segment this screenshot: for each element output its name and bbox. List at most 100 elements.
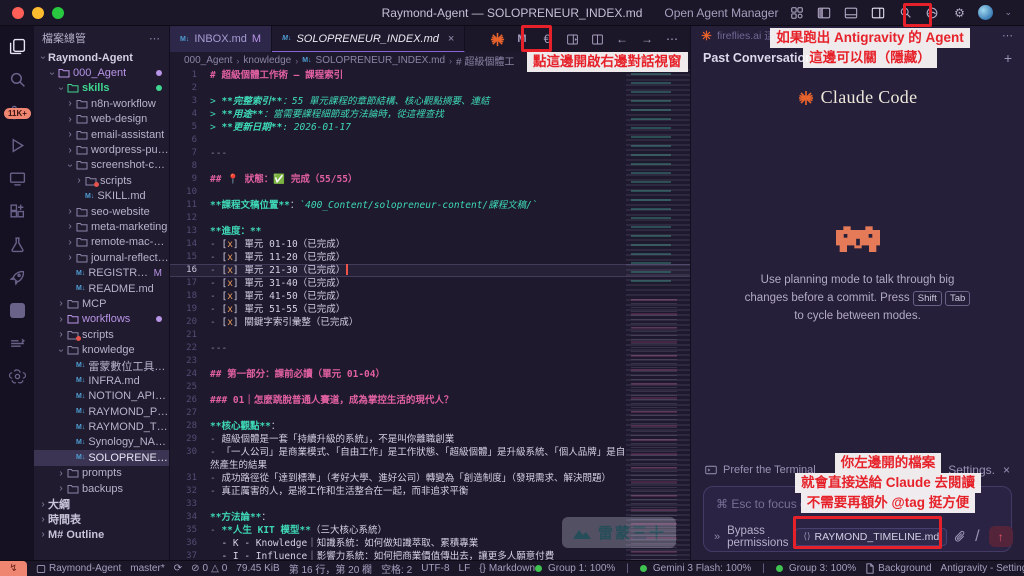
- code-line[interactable]: 26### 01｜怎麼跳脫普通人賽道，成為掌控生活的現代人？: [170, 394, 690, 407]
- sync-icon[interactable]: ⟳: [174, 563, 182, 574]
- git-branch-status[interactable]: master*: [130, 563, 164, 574]
- toggle-sidebar-icon[interactable]: [816, 5, 832, 21]
- language-mode-status[interactable]: {} Markdown: [479, 563, 535, 574]
- tree-item-knowledge[interactable]: ›knowledge: [34, 342, 169, 357]
- code-line[interactable]: 27: [170, 407, 690, 420]
- code-line-wrap[interactable]: 然產生的結果: [170, 459, 690, 472]
- tree-item-雷蒙數位工具清單-md[interactable]: M↓雷蒙數位工具清單.md: [34, 358, 169, 373]
- minimize-window-button[interactable]: [32, 7, 44, 19]
- code-line[interactable]: 9## 📍 狀態：✅ 完成（55/55）: [170, 173, 690, 186]
- code-line[interactable]: 37 - I - Influence｜影響力系統：如何把商業價值傳出去，讓更多人…: [170, 550, 690, 560]
- tab-solopreneur-index[interactable]: M↓ SOLOPRENEUR_INDEX.md ×: [272, 26, 465, 52]
- tree-item-skills[interactable]: ›skills: [34, 81, 169, 96]
- tree-item-screenshot-compo-[interactable]: ›screenshot-compo…: [34, 158, 169, 173]
- code-line[interactable]: 19- [x] 單元 51-55（已完成）: [170, 303, 690, 316]
- tree-item-REGISTRY-md[interactable]: M↓REGISTRY.mdM: [34, 265, 169, 280]
- tree-item-Raymond-Agent[interactable]: ›Raymond-Agent: [34, 50, 169, 65]
- paperclip-icon[interactable]: [954, 530, 966, 543]
- workspace-status[interactable]: Raymond-Agent: [36, 563, 121, 574]
- encoding-status[interactable]: UTF-8: [421, 563, 449, 574]
- cursor-position-status[interactable]: 第 16 行，第 20 欄: [289, 561, 372, 576]
- code-line[interactable]: 32- 真正厲害的人，是將工作和生活整合在一起，而非追求平衡: [170, 485, 690, 498]
- code-line[interactable]: 18- [x] 單元 41-50（已完成）: [170, 290, 690, 303]
- more-icon[interactable]: ⋯: [664, 31, 680, 47]
- eol-status[interactable]: LF: [459, 563, 471, 574]
- split-editor-icon[interactable]: [589, 31, 605, 47]
- code-line[interactable]: 21: [170, 329, 690, 342]
- tree-item-MCP[interactable]: ›MCP: [34, 296, 169, 311]
- code-line[interactable]: 6: [170, 134, 690, 147]
- tab-inbox[interactable]: M↓ INBOX.md M: [170, 26, 272, 52]
- tree-item-SKILL-md[interactable]: M↓SKILL.md: [34, 189, 169, 204]
- code-line[interactable]: 31- 成功路徑從「達到標準」（考好大學、進好公司）轉變為「創造制度」（發現需求…: [170, 472, 690, 485]
- tree-item-SOLOPRENEUR_IN-[interactable]: M↓SOLOPRENEUR_IN…: [34, 450, 169, 465]
- close-window-button[interactable]: [12, 7, 24, 19]
- tree-item-meta-marketing[interactable]: ›meta-marketing: [34, 219, 169, 234]
- code-line[interactable]: 30- 「一人公司」是商業模式、「自由工作」是工作狀態、「超級個體」是升級系統、…: [170, 446, 690, 459]
- problems-status[interactable]: ⊘ 0 △ 0: [191, 563, 227, 574]
- code-line[interactable]: 12: [170, 212, 690, 225]
- tree-item-scripts[interactable]: ›scripts: [34, 173, 169, 188]
- tree-item-scripts[interactable]: ›scripts: [34, 327, 169, 342]
- code-line[interactable]: 24## 第一部分：課前必讀（單元 01-04）: [170, 368, 690, 381]
- send-button[interactable]: ↑: [989, 526, 1013, 547]
- tree-item-email-assistant[interactable]: ›email-assistant: [34, 127, 169, 142]
- code-line[interactable]: 29- 超級個體是一套「持續升級的系統」，不是叫你離職創業: [170, 433, 690, 446]
- code-line[interactable]: 10: [170, 186, 690, 199]
- minimap[interactable]: [626, 69, 690, 560]
- tree-item-時間表[interactable]: ›時間表: [34, 512, 169, 527]
- code-line[interactable]: 22---: [170, 342, 690, 355]
- account-avatar[interactable]: [978, 5, 993, 20]
- tree-item-RAYMOND_PROFIL-[interactable]: M↓RAYMOND_PROFIL…: [34, 404, 169, 419]
- code-line[interactable]: 11**課程文稿位置**：`400_Content/solopreneur-co…: [170, 199, 690, 212]
- forward-icon[interactable]: →: [639, 31, 655, 47]
- code-line[interactable]: 5> **更新日期**: 2026-01-17: [170, 121, 690, 134]
- tree-item-README-md[interactable]: M↓README.md: [34, 281, 169, 296]
- bypass-permissions-label[interactable]: Bypass permissions: [727, 525, 788, 549]
- tree-item-RAYMOND_TIMELI-[interactable]: M↓RAYMOND_TIMELI…: [34, 419, 169, 434]
- search-icon[interactable]: [7, 69, 27, 89]
- tree-item-backups[interactable]: ›backups: [34, 481, 169, 496]
- tree-item-seo-website[interactable]: ›seo-website: [34, 204, 169, 219]
- extensions-icon[interactable]: [7, 201, 27, 221]
- tree-item-prompts[interactable]: ›prompts: [34, 466, 169, 481]
- code-line[interactable]: 13**進度：**: [170, 225, 690, 238]
- back-icon[interactable]: ←: [614, 31, 630, 47]
- background-status[interactable]: Background: [865, 563, 931, 574]
- tree-item-remote-mac-mini[interactable]: ›remote-mac-mini: [34, 235, 169, 250]
- code-line[interactable]: 25: [170, 381, 690, 394]
- slash-commands-icon[interactable]: /: [975, 528, 979, 546]
- openai-icon[interactable]: [7, 366, 27, 386]
- tree-item-INFRA-md[interactable]: M↓INFRA.md: [34, 373, 169, 388]
- tree-item-000_Agent[interactable]: ›000_Agent: [34, 65, 169, 80]
- layout-grid-icon[interactable]: [789, 5, 805, 21]
- tree-item-wordpress-publishi-[interactable]: ›wordpress-publishi…: [34, 142, 169, 157]
- square-icon[interactable]: [7, 300, 27, 320]
- code-line[interactable]: 15- [x] 單元 11-20（已完成）: [170, 251, 690, 264]
- remote-window-icon[interactable]: [7, 168, 27, 188]
- debug-icon[interactable]: [7, 135, 27, 155]
- zoom-window-button[interactable]: [52, 7, 64, 19]
- code-line[interactable]: 2: [170, 82, 690, 95]
- rocket-icon[interactable]: [7, 267, 27, 287]
- code-line[interactable]: 3> **完整索引**：55 單元課程的章節結構、核心觀點摘要、連結: [170, 95, 690, 108]
- group1-status[interactable]: Group 1: 100%: [535, 563, 615, 574]
- code-line[interactable]: 28**核心觀點**：: [170, 420, 690, 433]
- claude-icon[interactable]: [489, 31, 505, 47]
- tree-item-web-design[interactable]: ›web-design: [34, 112, 169, 127]
- files-icon[interactable]: [7, 36, 27, 56]
- close-tab-icon[interactable]: ×: [448, 33, 454, 45]
- code-line[interactable]: 8: [170, 160, 690, 173]
- code-line[interactable]: 20- [x] 關鍵字索引彙整（已完成）: [170, 316, 690, 329]
- code-line[interactable]: 7---: [170, 147, 690, 160]
- code-line[interactable]: 14- [x] 單元 01-10（已完成）: [170, 238, 690, 251]
- tree-item-Synology_NAS_Set-[interactable]: M↓Synology_NAS_Set…: [34, 435, 169, 450]
- gear-icon[interactable]: ⚙: [951, 5, 967, 21]
- tree-item-workflows[interactable]: ›workflows: [34, 312, 169, 327]
- code-line[interactable]: 33: [170, 498, 690, 511]
- toggle-right-panel-icon[interactable]: [870, 5, 886, 21]
- code-line[interactable]: 23: [170, 355, 690, 368]
- testing-beaker-icon[interactable]: [7, 234, 27, 254]
- indentation-status[interactable]: 空格: 2: [381, 561, 412, 576]
- code-line[interactable]: 4> **用途**：當需要課程細節或方法論時，從這裡查找: [170, 108, 690, 121]
